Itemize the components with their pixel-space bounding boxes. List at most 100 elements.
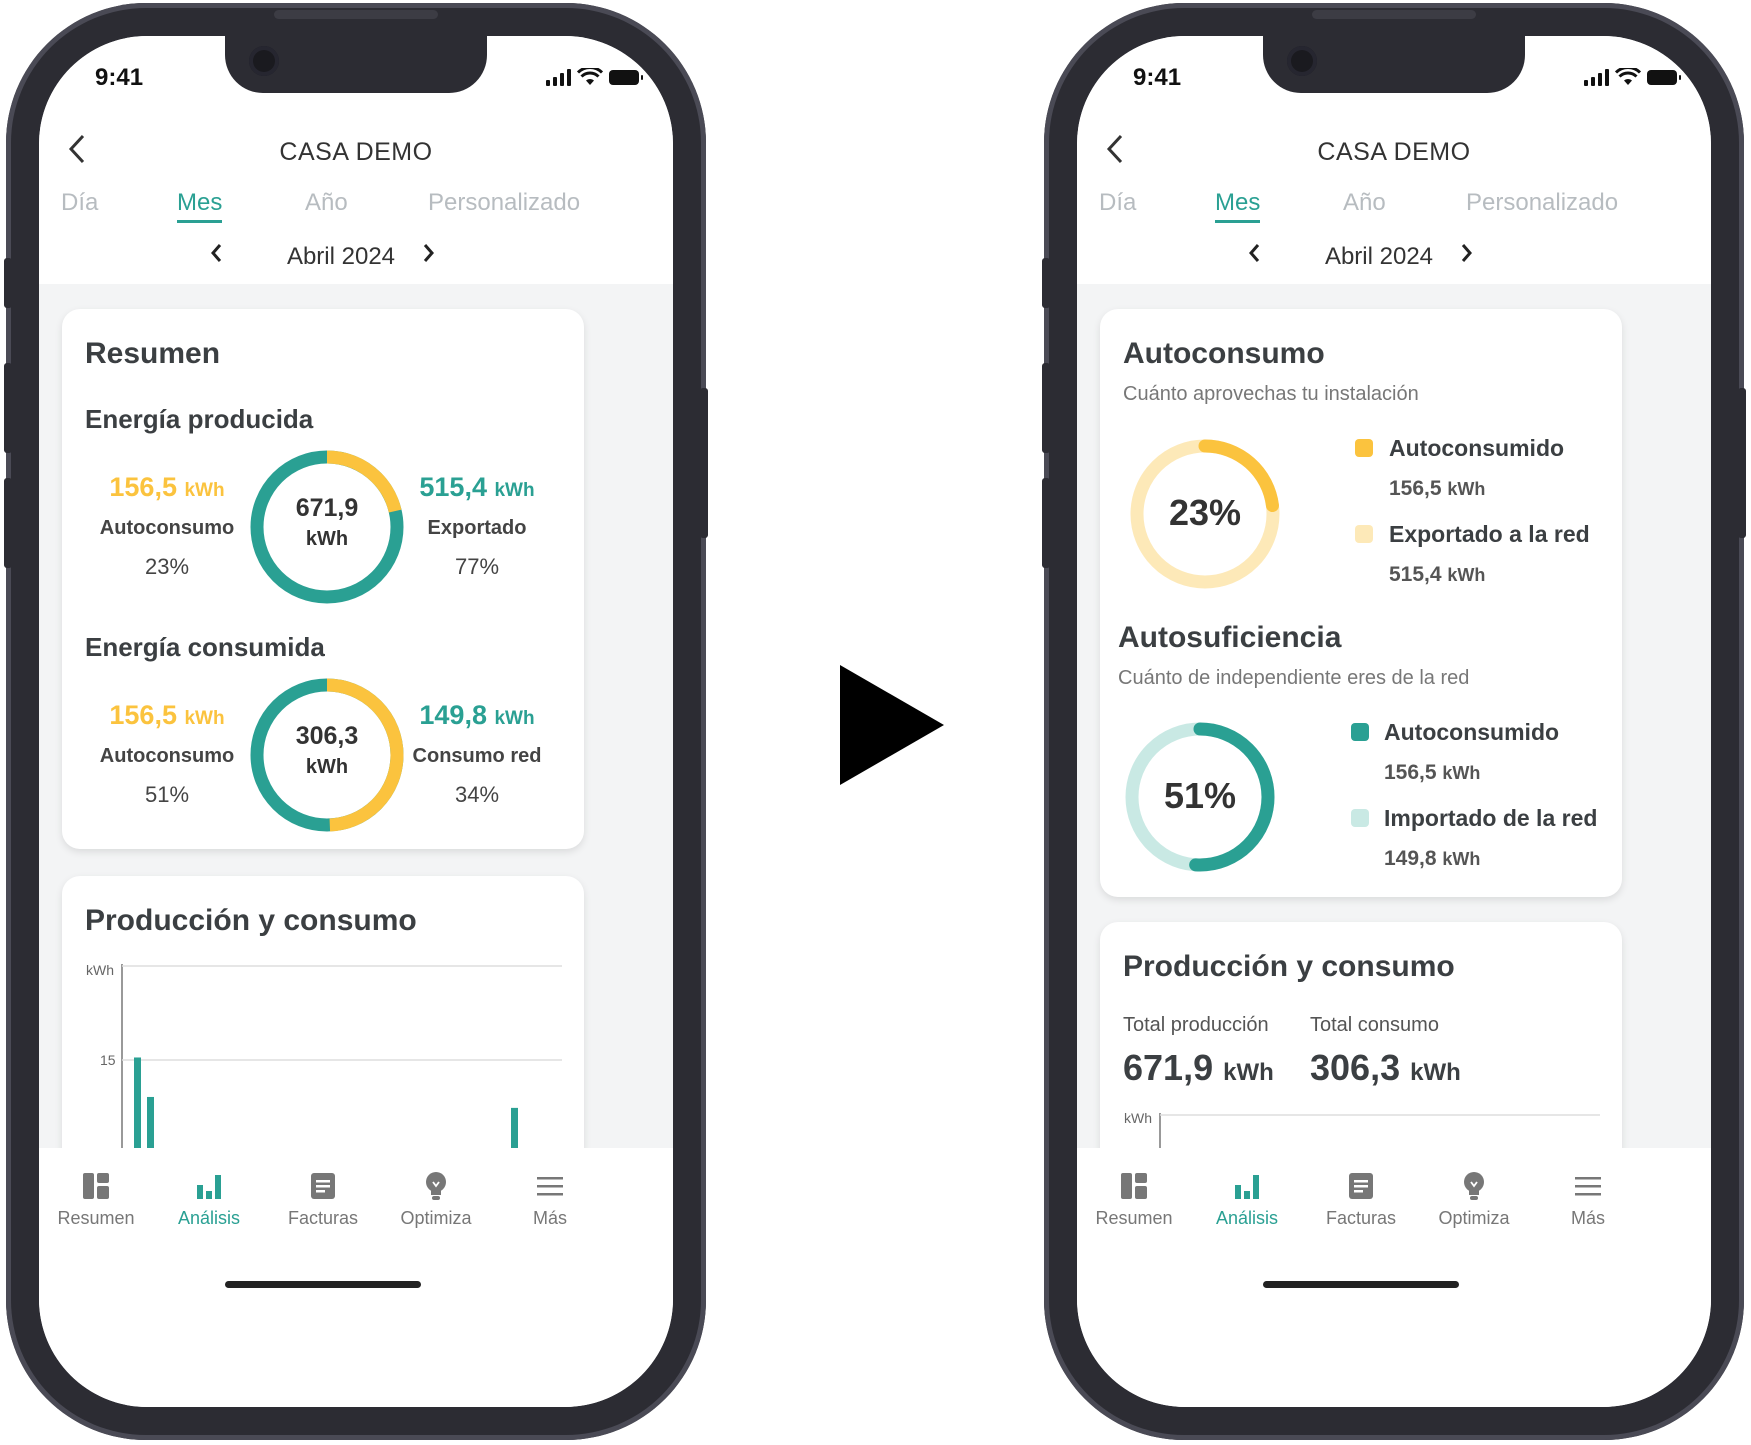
battery-icon (609, 69, 643, 85)
legend-swatch-yellow (1355, 439, 1373, 457)
next-month-button[interactable] (1460, 241, 1474, 272)
nav-resumen[interactable]: Resumen (1079, 1170, 1189, 1229)
total-consumption-value: 306,3 kWh (1310, 1047, 1461, 1088)
total-production-value: 671,9 kWh (1123, 1047, 1274, 1088)
autosuficiencia-title: Autosuficiencia (1118, 621, 1342, 654)
next-month-button[interactable] (422, 241, 436, 272)
nav-optimiza-label: Optimiza (400, 1208, 472, 1228)
tab-dia[interactable]: Día (1099, 189, 1136, 217)
tab-personalizado[interactable]: Personalizado (1466, 189, 1618, 217)
nav-analisis-label: Análisis (177, 1208, 241, 1228)
produced-export-pct: 77% (454, 554, 500, 579)
nav-mas[interactable]: Más (495, 1170, 605, 1229)
nav-facturas[interactable]: Facturas (268, 1170, 378, 1229)
status-icons (1584, 68, 1681, 86)
legend-importado: Importado de la red (1384, 805, 1598, 831)
production-title: Producción y consumo (85, 904, 417, 937)
legend-autoconsumido: Autoconsumido (1389, 435, 1565, 461)
chart-ylabel: kWh (1124, 1110, 1152, 1126)
tab-ano[interactable]: Año (1343, 189, 1386, 217)
bottom-nav: Resumen Análisis Facturas Optimiza Más (1077, 1148, 1711, 1407)
page-title: CASA DEMO (1317, 138, 1471, 166)
production-chart: kWh 15 (86, 962, 562, 1156)
autoconsumo-pct: 23% (1168, 492, 1242, 533)
screen: 9:41 CASA DEMO Día Mes Año Personalizado… (39, 36, 673, 1407)
period-tabs: Día Mes Año Personalizado (39, 189, 673, 229)
camera (249, 46, 279, 76)
period-tabs: Día Mes Año Personalizado (1077, 189, 1711, 229)
consumed-grid-value: 149,8 kWh (419, 700, 535, 730)
tab-mes[interactable]: Mes (177, 189, 223, 223)
speaker (274, 10, 438, 19)
signal-icon (546, 68, 571, 86)
dashboard-icon (83, 1173, 109, 1199)
nav-optimiza[interactable]: Optimiza (1419, 1170, 1529, 1229)
nav-resumen[interactable]: Resumen (41, 1170, 151, 1229)
tab-dia[interactable]: Día (61, 189, 98, 217)
tab-ano[interactable]: Año (305, 189, 348, 217)
nav-optimiza-label: Optimiza (1438, 1208, 1510, 1228)
wifi-icon (1615, 68, 1641, 85)
phone-left: 9:41 CASA DEMO Día Mes Año Personalizado… (4, 3, 708, 1440)
legend-exportado: Exportado a la red (1389, 521, 1590, 547)
legend-swatch-teal (1351, 723, 1369, 741)
produced-total: 671,9 kWh (295, 494, 359, 550)
notch (225, 36, 487, 93)
autosuficiencia-pct: 51% (1163, 775, 1237, 816)
produced-export-value: 515,4 kWh (419, 472, 535, 502)
nav-facturas[interactable]: Facturas (1306, 1170, 1416, 1229)
chevron-right-icon (1461, 244, 1472, 262)
status-time: 9:41 (1133, 64, 1182, 91)
produced-export-label: Exportado (427, 517, 527, 539)
lightbulb-icon (426, 1172, 446, 1200)
invoice-icon (1349, 1173, 1373, 1199)
legend-importado-value: 149,8 kWh (1384, 847, 1481, 870)
nav-analisis-label: Análisis (1215, 1208, 1279, 1228)
nav-mas-label: Más (1570, 1208, 1605, 1228)
nav-analisis[interactable]: Análisis (154, 1170, 264, 1229)
month-selector: Abril 2024 (39, 241, 673, 275)
legend-autoconsumido-2-value: 156,5 kWh (1384, 761, 1481, 784)
month-selector: Abril 2024 (1077, 241, 1711, 275)
nav-mas[interactable]: Más (1533, 1170, 1643, 1229)
nav-optimiza[interactable]: Optimiza (381, 1170, 491, 1229)
autoconsumo-card: Autoconsumo Cuánto aprovechas tu instala… (1100, 309, 1622, 897)
nav-resumen-label: Resumen (1095, 1208, 1173, 1228)
status-icons (546, 68, 643, 86)
chart-ytick: 15 (100, 1052, 116, 1068)
chart-ylabel: kWh (86, 962, 114, 978)
consumed-self-pct: 51% (144, 782, 190, 807)
menu-icon (1575, 1177, 1601, 1196)
battery-icon (1647, 69, 1681, 85)
legend-autoconsumido-2: Autoconsumido (1384, 719, 1560, 745)
tab-mes[interactable]: Mes (1215, 189, 1261, 223)
month-label: Abril 2024 (1324, 243, 1434, 270)
legend-swatch-light-yellow (1355, 525, 1373, 543)
home-indicator (1263, 1281, 1459, 1288)
chart-bar (134, 1057, 141, 1156)
screen: 9:41 CASA DEMO Día Mes Año Personalizado… (1077, 36, 1711, 1407)
consumed-title: Energía consumida (85, 632, 325, 662)
resumen-title: Resumen (85, 337, 221, 370)
legend-swatch-light-teal (1351, 809, 1369, 827)
nav-resumen-label: Resumen (57, 1208, 135, 1228)
consumed-grid-label: Consumo red (412, 745, 542, 767)
consumed-grid-pct: 34% (454, 782, 500, 807)
nav-analisis[interactable]: Análisis (1192, 1170, 1302, 1229)
legend-autoconsumido-value: 156,5 kWh (1389, 477, 1486, 500)
chevron-right-icon (423, 244, 434, 262)
produced-title: Energía producida (85, 404, 314, 434)
phone-right: 9:41 CASA DEMO Día Mes Año Personalizado… (1042, 3, 1746, 1440)
status-time: 9:41 (95, 64, 144, 91)
menu-icon (537, 1177, 563, 1196)
resumen-card: Resumen Energía producida 156,5 kWh Auto… (62, 309, 584, 849)
nav-facturas-label: Facturas (287, 1208, 359, 1228)
total-production-label: Total producción (1123, 1014, 1269, 1036)
production-title: Producción y consumo (1123, 950, 1455, 983)
tab-personalizado[interactable]: Personalizado (428, 189, 580, 217)
produced-self-pct: 23% (144, 554, 190, 579)
total-consumption-label: Total consumo (1310, 1014, 1439, 1036)
produced-self-label: Autoconsumo (99, 517, 235, 539)
camera (1287, 46, 1317, 76)
produced-self-value: 156,5 kWh (109, 472, 225, 502)
